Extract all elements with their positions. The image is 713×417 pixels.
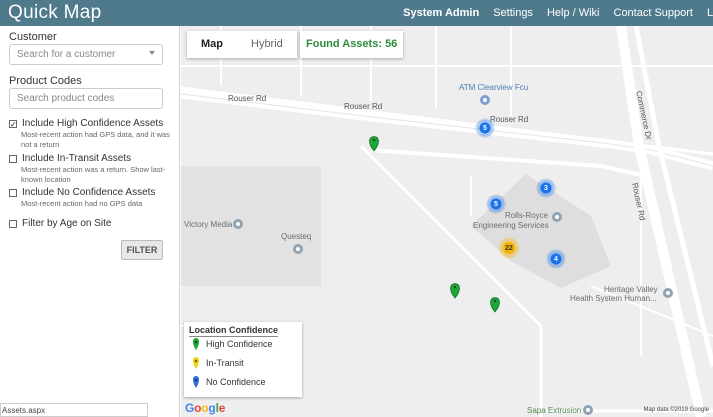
product-codes-placeholder: Search product codes	[17, 93, 115, 104]
map-type-tabs: Map Hybrid	[187, 31, 297, 58]
filter-age-title: Filter by Age on Site	[22, 218, 112, 229]
location-confidence-legend: Location Confidence High Confidence In-T…	[184, 322, 302, 397]
in-transit-title: Include In-Transit Assets	[22, 153, 132, 164]
filter-age-checkbox[interactable]	[9, 220, 17, 228]
legend-item-none: No Confidence	[192, 376, 266, 388]
place-heritage-valley-sub: Health System Human...	[570, 294, 657, 303]
road-label-rouser-3: Rouser Rd	[490, 115, 529, 124]
status-url: Assets.aspx	[0, 403, 148, 417]
cluster-count: 4	[554, 255, 558, 263]
cluster-marker[interactable]: 3	[536, 178, 556, 198]
cluster-count: 22	[505, 244, 513, 252]
road-label-rouser-1: Rouser Rd	[228, 94, 267, 103]
high-confidence-title: Include High Confidence Assets	[22, 118, 164, 129]
yellow-pin-icon	[193, 357, 199, 369]
high-confidence-option[interactable]: ✓ Include High Confidence Assets	[9, 118, 163, 129]
legend-label-transit: In-Transit	[206, 358, 244, 368]
green-pin-icon	[193, 338, 199, 350]
product-codes-label: Product Codes	[9, 75, 82, 87]
place-rolls-royce: Rolls-Royce	[505, 211, 549, 220]
nav-help-wiki[interactable]: Help / Wiki	[547, 7, 600, 19]
app-title: Quick Map	[8, 2, 102, 23]
google-logo: Google	[185, 401, 226, 415]
cluster-marker[interactable]: 5	[475, 118, 495, 138]
no-confidence-option[interactable]: Include No Confidence Assets	[9, 187, 155, 198]
cluster-marker[interactable]: 4	[546, 249, 566, 269]
tab-map[interactable]: Map	[187, 31, 237, 58]
place-sapa-extrusion: Sapa Extrusion	[527, 406, 582, 415]
tab-hybrid[interactable]: Hybrid	[237, 31, 297, 58]
found-assets-count: 56	[385, 38, 398, 50]
map-view[interactable]: Rouser Rd Rouser Rd Rouser Rd Rouser Rd …	[181, 26, 713, 417]
top-nav: System Admin Settings Help / Wiki Contac…	[403, 0, 713, 26]
top-bar: Quick Map System Admin Settings Help / W…	[0, 0, 713, 26]
cluster-count: 5	[494, 200, 498, 208]
legend-title: Location Confidence	[189, 325, 279, 337]
nav-settings[interactable]: Settings	[493, 7, 533, 19]
place-heritage-valley: Heritage Valley	[604, 285, 658, 294]
no-confidence-checkbox[interactable]	[9, 189, 17, 197]
place-atm-clearview: ATM Clearview Fcu	[459, 83, 529, 92]
customer-select-placeholder: Search for a customer	[17, 49, 116, 60]
found-assets-badge: Found Assets: 56	[300, 31, 404, 58]
commerce-drive	[616, 26, 706, 417]
road-label-rouser-2: Rouser Rd	[344, 102, 383, 111]
in-transit-desc: Most-recent action was a return. Show la…	[21, 165, 166, 184]
no-confidence-title: Include No Confidence Assets	[22, 187, 156, 198]
cluster-marker[interactable]: 5	[486, 194, 506, 214]
in-transit-option[interactable]: Include In-Transit Assets	[9, 153, 131, 164]
nav-system-admin[interactable]: System Admin	[403, 7, 479, 19]
customer-label: Customer	[9, 31, 57, 43]
filter-sidebar: Customer Search for a customer Product C…	[0, 26, 180, 417]
high-confidence-checkbox[interactable]: ✓	[9, 120, 17, 129]
nav-contact-support[interactable]: Contact Support	[614, 7, 694, 19]
legend-item-transit: In-Transit	[192, 357, 244, 369]
found-assets-label: Found Assets:	[306, 38, 382, 50]
customer-select[interactable]: Search for a customer	[9, 44, 163, 65]
cluster-marker[interactable]: 22	[498, 237, 520, 259]
place-rolls-royce-sub: Engineering Services	[473, 221, 549, 230]
filter-button[interactable]: FILTER	[121, 240, 163, 260]
in-transit-checkbox[interactable]	[9, 155, 17, 163]
legend-item-high: High Confidence	[192, 338, 273, 350]
place-questeq: Questeq	[281, 232, 312, 241]
legend-label-none: No Confidence	[206, 377, 266, 387]
legend-label-high: High Confidence	[206, 339, 273, 349]
product-codes-input[interactable]: Search product codes	[9, 88, 163, 109]
cluster-count: 5	[483, 124, 487, 132]
place-victory-media: Victory Media	[184, 220, 233, 229]
filter-age-option[interactable]: Filter by Age on Site	[9, 218, 112, 229]
chevron-down-icon	[149, 51, 155, 55]
blue-pin-icon	[193, 376, 199, 388]
frontage-road	[370, 148, 647, 178]
map-data-attribution: Map data ©2019 Google	[643, 407, 709, 413]
no-confidence-desc: Most-recent action had no GPS data	[21, 199, 143, 208]
nav-cut-item[interactable]: L	[707, 7, 713, 19]
high-confidence-desc: Most-recent action had GPS data, and it …	[21, 130, 170, 149]
cluster-count: 3	[544, 184, 548, 192]
